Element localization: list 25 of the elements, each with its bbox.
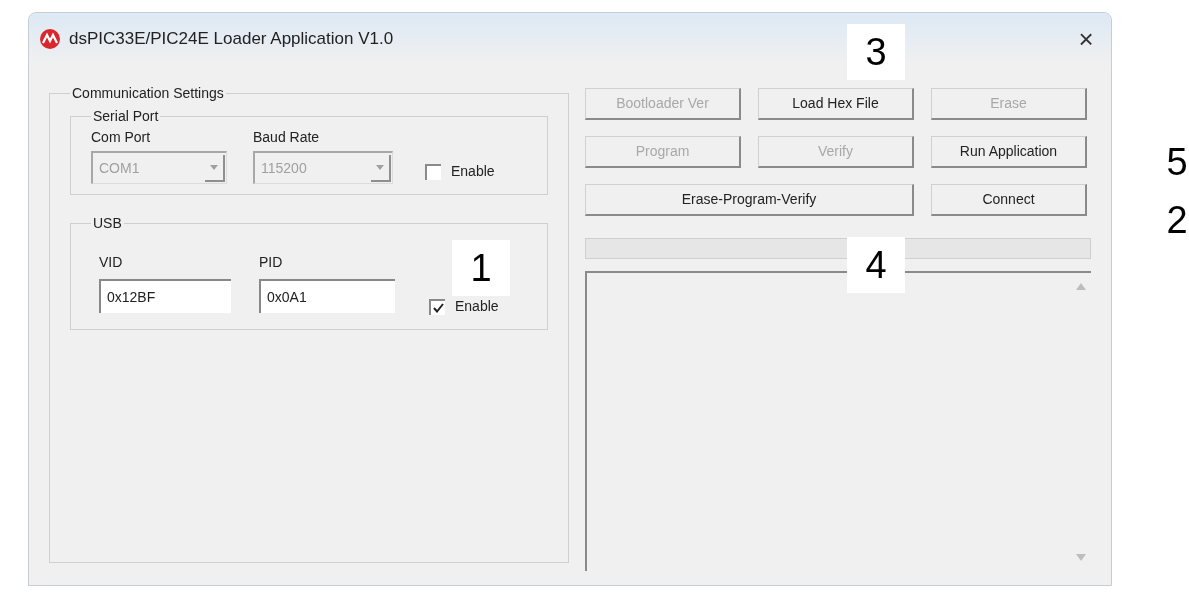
callout-number: 3	[847, 24, 905, 80]
field-label: VID	[99, 253, 124, 272]
input-field[interactable]: 0x12BF	[99, 279, 231, 313]
scroll-up-icon[interactable]	[1076, 283, 1086, 290]
action-button[interactable]: Load Hex File	[758, 88, 914, 120]
scroll-down-icon[interactable]	[1076, 554, 1086, 561]
group-title: Serial Port	[92, 107, 160, 126]
field-label: Baud Rate	[253, 128, 321, 147]
group-title: Communication Settings	[71, 84, 225, 103]
field-label: PID	[259, 253, 284, 272]
enable-checkbox[interactable]: Enable	[429, 296, 499, 317]
action-button[interactable]: Connect	[931, 184, 1087, 216]
check-icon	[432, 302, 444, 313]
field-label: Com Port	[91, 128, 152, 147]
enable-checkbox[interactable]: Enable	[425, 161, 495, 182]
logo-icon	[39, 28, 61, 50]
close-button[interactable]: ×	[1071, 24, 1101, 54]
callout-number: 1	[452, 240, 510, 296]
action-button[interactable]: Run Application	[931, 136, 1087, 168]
input-field[interactable]: 0x0A1	[259, 279, 395, 313]
action-button[interactable]: Erase-Program-Verify	[585, 184, 914, 216]
caret-icon	[376, 164, 384, 170]
group-title: USB	[92, 214, 123, 233]
window-title: dsPIC33E/PIC24E Loader Application V1.0	[69, 28, 394, 51]
caret-icon	[210, 164, 218, 170]
